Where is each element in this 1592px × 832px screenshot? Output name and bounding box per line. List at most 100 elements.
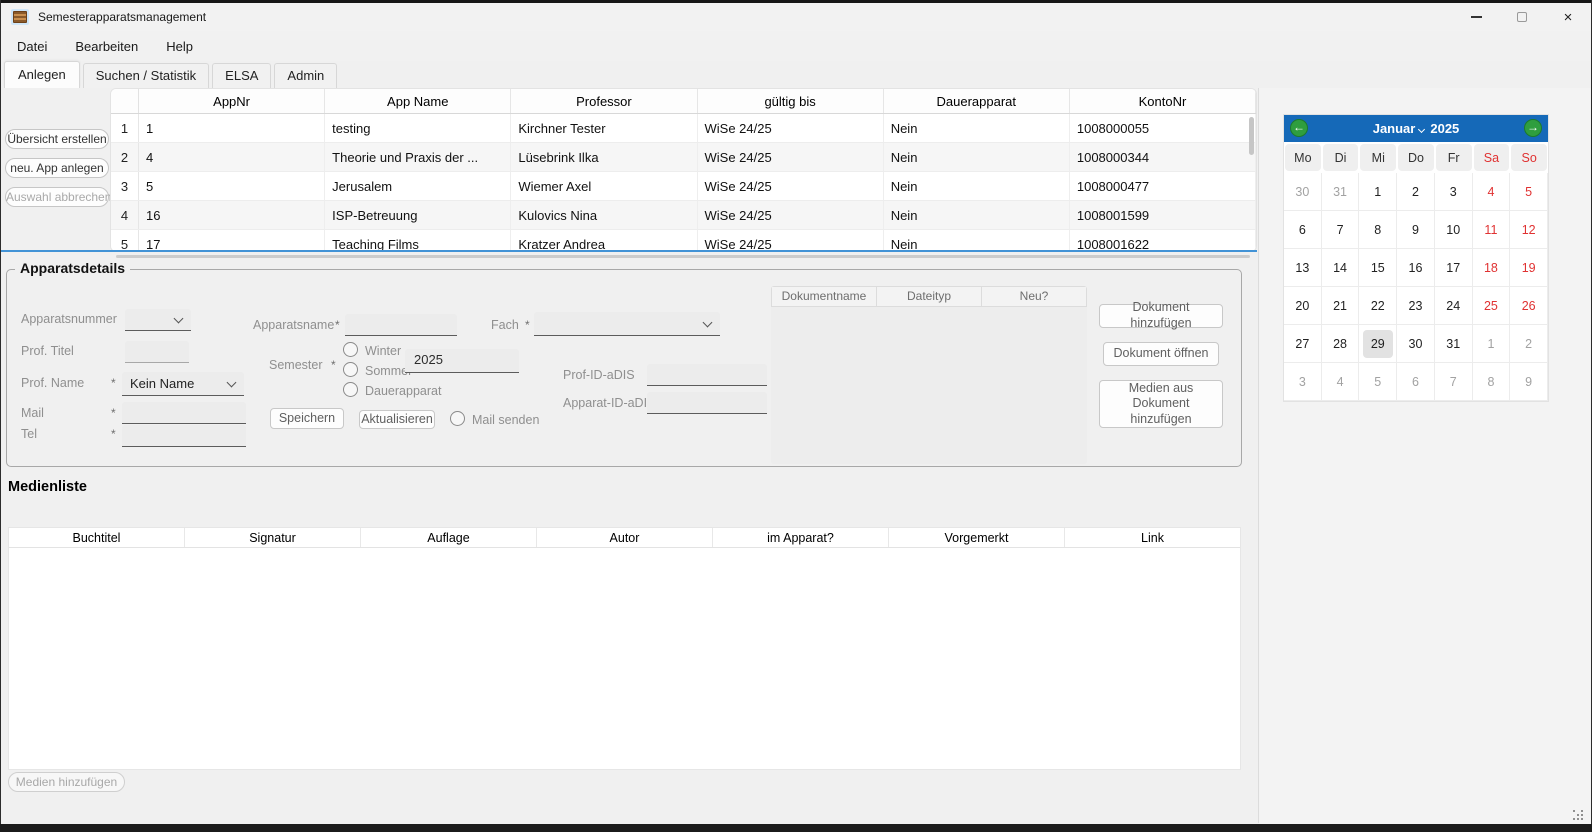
- apps-table-row[interactable]: 517Teaching FilmsKratzer AndreaWiSe 24/2…: [111, 230, 1256, 252]
- calendar-day-cell[interactable]: 27: [1284, 325, 1322, 363]
- calendar-day-cell[interactable]: 1: [1359, 173, 1397, 211]
- apps-table-row[interactable]: 416ISP-BetreuungKulovics NinaWiSe 24/25N…: [111, 201, 1256, 230]
- menu-datei[interactable]: Datei: [3, 33, 61, 60]
- calendar-day-cell[interactable]: 3: [1284, 363, 1322, 401]
- documents-column-header[interactable]: Dokumentname: [771, 286, 877, 307]
- medien-hinzufuegen-button[interactable]: Medien hinzufügen: [8, 772, 125, 792]
- tab-anlegen[interactable]: Anlegen: [4, 61, 80, 88]
- neu-app-anlegen-button[interactable]: neu. App anlegen: [5, 158, 109, 178]
- aktualisieren-button[interactable]: Aktualisieren: [359, 410, 435, 429]
- speichern-button[interactable]: Speichern: [270, 408, 344, 429]
- apps-column-header[interactable]: AppNr: [139, 89, 325, 113]
- calendar-day-cell[interactable]: 30: [1397, 325, 1435, 363]
- calendar-day-cell[interactable]: 7: [1435, 363, 1473, 401]
- semester-year-input[interactable]: 2025: [405, 349, 519, 373]
- sommer-radio[interactable]: [343, 362, 358, 377]
- calendar-day-cell[interactable]: 29: [1359, 325, 1397, 363]
- menu-bearbeiten[interactable]: Bearbeiten: [61, 33, 152, 60]
- calendar-day-cell[interactable]: 9: [1397, 211, 1435, 249]
- calendar-day-cell[interactable]: 24: [1435, 287, 1473, 325]
- menu-help[interactable]: Help: [152, 33, 207, 60]
- close-button[interactable]: ×: [1545, 3, 1591, 31]
- apps-table-vertical-scrollbar[interactable]: [1249, 117, 1254, 155]
- resize-grip[interactable]: [1573, 810, 1585, 822]
- calendar-day-cell[interactable]: 4: [1473, 173, 1511, 211]
- fach-combobox[interactable]: [534, 312, 720, 336]
- calendar-day-cell[interactable]: 1: [1473, 325, 1511, 363]
- apps-column-header[interactable]: gültig bis: [698, 89, 884, 113]
- tab-elsa[interactable]: ELSA: [212, 63, 271, 88]
- calendar-day-cell[interactable]: 31: [1322, 173, 1360, 211]
- apps-column-header[interactable]: KontoNr: [1070, 89, 1256, 113]
- dokument-hinzufuegen-button[interactable]: Dokument hinzufügen: [1099, 304, 1223, 328]
- calendar-day-cell[interactable]: 8: [1359, 211, 1397, 249]
- calendar-day-cell[interactable]: 21: [1322, 287, 1360, 325]
- calendar-day-cell[interactable]: 11: [1473, 211, 1511, 249]
- calendar-day-cell[interactable]: 9: [1510, 363, 1548, 401]
- calendar-day-cell[interactable]: 22: [1359, 287, 1397, 325]
- calendar-day-cell[interactable]: 6: [1397, 363, 1435, 401]
- apps-table-row[interactable]: 35JerusalemWiemer AxelWiSe 24/25Nein1008…: [111, 172, 1256, 201]
- medien-column-header[interactable]: im Apparat?: [713, 528, 889, 547]
- apparat-id-adis-input[interactable]: [647, 392, 767, 414]
- apps-column-header[interactable]: Dauerapparat: [884, 89, 1070, 113]
- calendar-month-year[interactable]: Januar 2025: [1373, 121, 1460, 136]
- medien-column-header[interactable]: Auflage: [361, 528, 537, 547]
- calendar-day-cell[interactable]: 2: [1397, 173, 1435, 211]
- apps-table-row[interactable]: 24Theorie und Praxis der ...Lüsebrink Il…: [111, 143, 1256, 172]
- calendar-day-cell[interactable]: 16: [1397, 249, 1435, 287]
- calendar-day-cell[interactable]: 31: [1435, 325, 1473, 363]
- calendar-day-cell[interactable]: 12: [1510, 211, 1548, 249]
- calendar-prev-month-icon[interactable]: ←: [1290, 119, 1308, 137]
- apparatsnummer-combobox[interactable]: [125, 309, 191, 331]
- tel-input[interactable]: [122, 425, 246, 447]
- calendar-day-cell[interactable]: 7: [1322, 211, 1360, 249]
- apps-column-header[interactable]: Professor: [511, 89, 697, 113]
- medien-aus-dokument-button[interactable]: Medien aus Dokument hinzufügen: [1099, 380, 1223, 428]
- dokument-oeffnen-button[interactable]: Dokument öffnen: [1103, 342, 1219, 366]
- medien-column-header[interactable]: Buchtitel: [9, 528, 185, 547]
- calendar-day-cell[interactable]: 8: [1473, 363, 1511, 401]
- prof-titel-input[interactable]: [125, 341, 189, 363]
- calendar-day-cell[interactable]: 17: [1435, 249, 1473, 287]
- winter-radio[interactable]: [343, 342, 358, 357]
- minimize-button[interactable]: [1453, 3, 1499, 31]
- apparatsname-input[interactable]: [345, 314, 457, 336]
- apps-table-horizontal-scrollbar[interactable]: [116, 255, 1250, 258]
- apps-table-row[interactable]: 11testingKirchner TesterWiSe 24/25Nein10…: [111, 114, 1256, 143]
- medien-column-header[interactable]: Vorgemerkt: [889, 528, 1065, 547]
- calendar-day-cell[interactable]: 30: [1284, 173, 1322, 211]
- apps-column-header[interactable]: App Name: [325, 89, 511, 113]
- calendar-day-cell[interactable]: 2: [1510, 325, 1548, 363]
- medien-column-header[interactable]: Signatur: [185, 528, 361, 547]
- calendar-day-cell[interactable]: 6: [1284, 211, 1322, 249]
- calendar-day-cell[interactable]: 25: [1473, 287, 1511, 325]
- calendar-day-cell[interactable]: 15: [1359, 249, 1397, 287]
- calendar-day-cell[interactable]: 26: [1510, 287, 1548, 325]
- calendar-day-cell[interactable]: 14: [1322, 249, 1360, 287]
- calendar-day-cell[interactable]: 10: [1435, 211, 1473, 249]
- uebersicht-erstellen-button[interactable]: Übersicht erstellen: [5, 129, 109, 149]
- calendar-day-cell[interactable]: 28: [1322, 325, 1360, 363]
- calendar-day-cell[interactable]: 23: [1397, 287, 1435, 325]
- auswahl-abbrechen-button[interactable]: Auswahl abbrechen: [5, 187, 109, 207]
- mail-senden-checkbox[interactable]: [450, 411, 465, 426]
- documents-column-header[interactable]: Dateityp: [877, 286, 982, 307]
- documents-column-header[interactable]: Neu?: [982, 286, 1087, 307]
- calendar-day-cell[interactable]: 18: [1473, 249, 1511, 287]
- calendar-day-cell[interactable]: 3: [1435, 173, 1473, 211]
- calendar-day-cell[interactable]: 20: [1284, 287, 1322, 325]
- prof-id-adis-input[interactable]: [647, 364, 767, 386]
- medien-column-header[interactable]: Autor: [537, 528, 713, 547]
- calendar-day-cell[interactable]: 5: [1359, 363, 1397, 401]
- calendar-day-cell[interactable]: 13: [1284, 249, 1322, 287]
- medien-column-header[interactable]: Link: [1065, 528, 1240, 547]
- dauerapparat-radio[interactable]: [343, 382, 358, 397]
- tab-admin[interactable]: Admin: [274, 63, 337, 88]
- calendar-day-cell[interactable]: 4: [1322, 363, 1360, 401]
- maximize-button[interactable]: [1499, 3, 1545, 31]
- calendar-next-month-icon[interactable]: →: [1524, 119, 1542, 137]
- calendar-day-cell[interactable]: 19: [1510, 249, 1548, 287]
- prof-name-combobox[interactable]: Kein Name: [122, 372, 244, 396]
- tab-suchen-statistik[interactable]: Suchen / Statistik: [83, 63, 209, 88]
